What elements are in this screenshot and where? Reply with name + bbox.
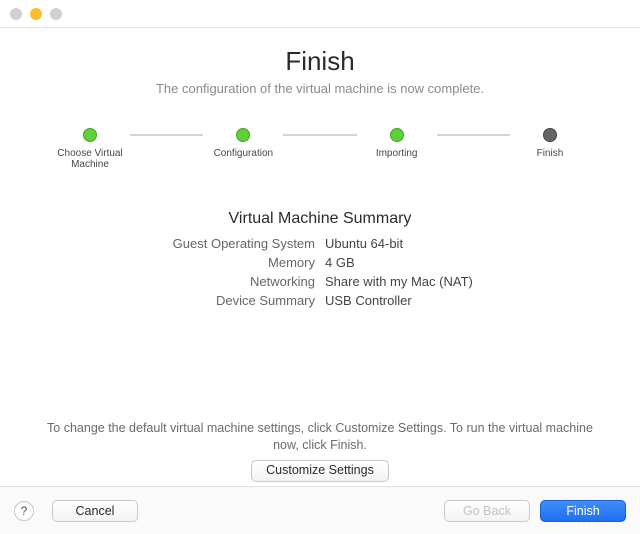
- go-back-button[interactable]: Go Back: [444, 500, 530, 522]
- footer-note: To change the default virtual machine se…: [0, 420, 640, 482]
- step-label: Finish: [537, 148, 564, 159]
- step-connector: [437, 134, 510, 136]
- step-finish: Finish: [510, 128, 590, 159]
- step-choose-vm: Choose Virtual Machine: [50, 128, 130, 170]
- summary-table: Guest Operating System Ubuntu 64-bit Mem…: [40, 236, 600, 308]
- summary-val-memory: 4 GB: [325, 255, 355, 270]
- summary-key-os: Guest Operating System: [173, 236, 315, 251]
- wizard-stepper: Choose Virtual Machine Configuration Imp…: [50, 128, 590, 170]
- step-dot-icon: [236, 128, 250, 142]
- step-label: Importing: [376, 148, 418, 159]
- step-configuration: Configuration: [203, 128, 283, 159]
- step-connector: [130, 134, 203, 136]
- close-window-icon[interactable]: [10, 8, 22, 20]
- summary-key-memory: Memory: [268, 255, 315, 270]
- step-label: Configuration: [214, 148, 273, 159]
- page-subtitle: The configuration of the virtual machine…: [40, 81, 600, 96]
- step-dot-icon: [390, 128, 404, 142]
- minimize-window-icon[interactable]: [30, 8, 42, 20]
- step-importing: Importing: [357, 128, 437, 159]
- step-label: Choose Virtual Machine: [50, 148, 130, 170]
- step-dot-icon: [543, 128, 557, 142]
- summary-val-device: USB Controller: [325, 293, 412, 308]
- summary-key-device: Device Summary: [216, 293, 315, 308]
- footer-note-text: To change the default virtual machine se…: [47, 421, 593, 452]
- page-title: Finish: [40, 46, 600, 77]
- main-content: Finish The configuration of the virtual …: [0, 28, 640, 308]
- summary-title: Virtual Machine Summary: [40, 210, 600, 228]
- zoom-window-icon[interactable]: [50, 8, 62, 20]
- window-titlebar: [0, 0, 640, 28]
- step-connector: [283, 134, 356, 136]
- cancel-button[interactable]: Cancel: [52, 500, 138, 522]
- step-dot-icon: [83, 128, 97, 142]
- customize-settings-button[interactable]: Customize Settings: [251, 460, 389, 482]
- finish-button[interactable]: Finish: [540, 500, 626, 522]
- summary-val-os: Ubuntu 64-bit: [325, 236, 403, 251]
- summary-val-networking: Share with my Mac (NAT): [325, 274, 473, 289]
- help-button[interactable]: ?: [14, 501, 34, 521]
- summary-key-networking: Networking: [250, 274, 315, 289]
- bottom-bar: ? Cancel Go Back Finish: [0, 486, 640, 534]
